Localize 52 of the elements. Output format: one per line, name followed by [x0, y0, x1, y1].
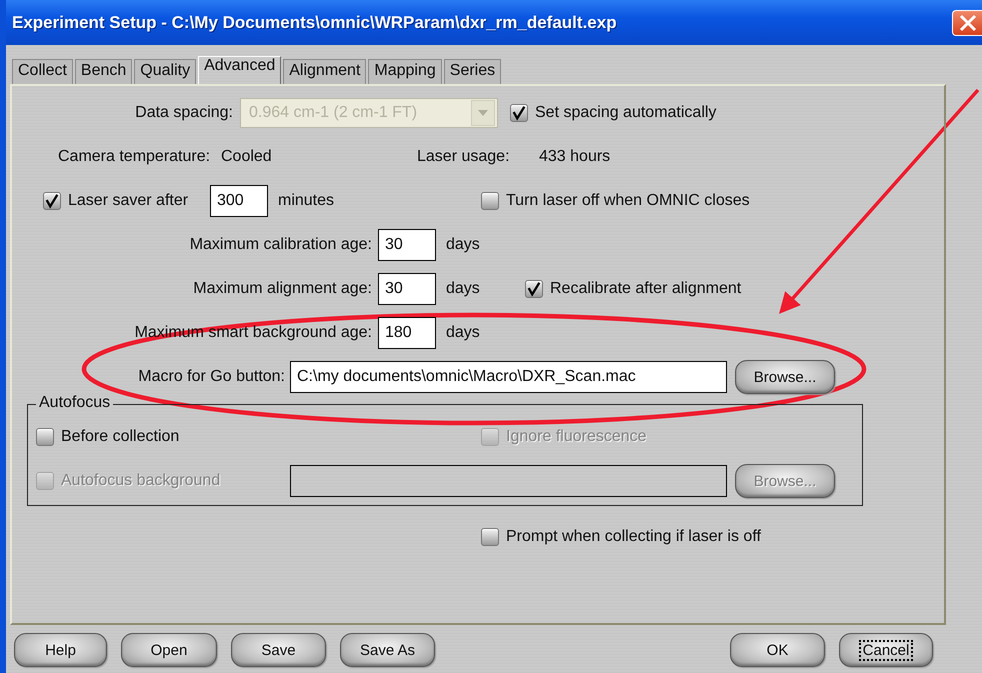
checkbox-label: Recalibrate after alignment [550, 280, 742, 298]
checkmark-icon [526, 280, 542, 298]
checkbox-label: Ignore fluorescence [506, 428, 647, 446]
checkbox[interactable] [36, 428, 54, 446]
unit-label: days [446, 324, 480, 342]
checkbox[interactable] [43, 192, 61, 210]
checkmark-icon [511, 104, 527, 122]
checkmark-icon [44, 192, 60, 210]
checkbox-label: Autofocus background [61, 472, 220, 490]
checkbox-label: Laser saver after [68, 192, 188, 210]
dialog-button[interactable]: Open [121, 633, 217, 667]
tab[interactable]: Alignment [283, 59, 366, 84]
dialog-button[interactable]: Help [14, 633, 107, 667]
field-label: Maximum calibration age: [190, 236, 372, 254]
field-value: 433 hours [539, 148, 610, 166]
path-field[interactable] [290, 465, 727, 497]
checkbox[interactable] [481, 192, 499, 210]
field-label: Camera temperature: [58, 148, 210, 166]
checkbox-label: Set spacing automatically [535, 104, 716, 122]
input-field[interactable]: 30 [378, 273, 436, 305]
tab[interactable]: Series [444, 59, 502, 84]
tab[interactable]: Advanced [198, 56, 282, 85]
dialog-button[interactable]: Save As [340, 633, 435, 667]
field-label: Maximum alignment age: [193, 280, 372, 298]
tab[interactable]: Quality [134, 59, 196, 84]
unit-label: minutes [278, 192, 334, 210]
field-label: Data spacing: [134, 104, 233, 122]
tab[interactable]: Mapping [368, 59, 442, 84]
input-field[interactable]: 180 [378, 317, 436, 349]
window-title: Experiment Setup - C:\My Documents\omnic\WRParam\dxr_rm_default.exp [12, 12, 617, 32]
checkbox[interactable] [481, 528, 499, 546]
dialog-button[interactable]: Cancel [839, 633, 933, 667]
unit-label: days [446, 236, 480, 254]
close-button[interactable] [952, 10, 982, 36]
browse-button[interactable]: Browse... [735, 360, 835, 394]
field-value: Cooled [221, 148, 272, 166]
checkbox-label: Turn laser off when OMNIC closes [506, 192, 750, 210]
dialog-button[interactable]: OK [730, 633, 825, 667]
tab[interactable]: Collect [12, 59, 73, 84]
checkbox[interactable] [525, 280, 543, 298]
input-field[interactable]: 30 [378, 229, 436, 261]
field-label: Macro for Go button: [137, 368, 286, 386]
input-field[interactable]: 300 [210, 185, 268, 217]
path-field[interactable]: C:\my documents\omnic\Macro\DXR_Scan.mac [290, 361, 727, 393]
dialog-button[interactable]: Save [231, 633, 326, 667]
unit-label: days [446, 280, 480, 298]
field-label: Laser usage: [417, 148, 510, 166]
tab[interactable]: Bench [74, 59, 132, 84]
checkbox-label: Prompt when collecting if laser is off [506, 528, 761, 546]
dropdown-arrow-icon [478, 110, 488, 116]
checkbox[interactable] [510, 104, 528, 122]
checkbox-label: Before collection [61, 428, 180, 446]
